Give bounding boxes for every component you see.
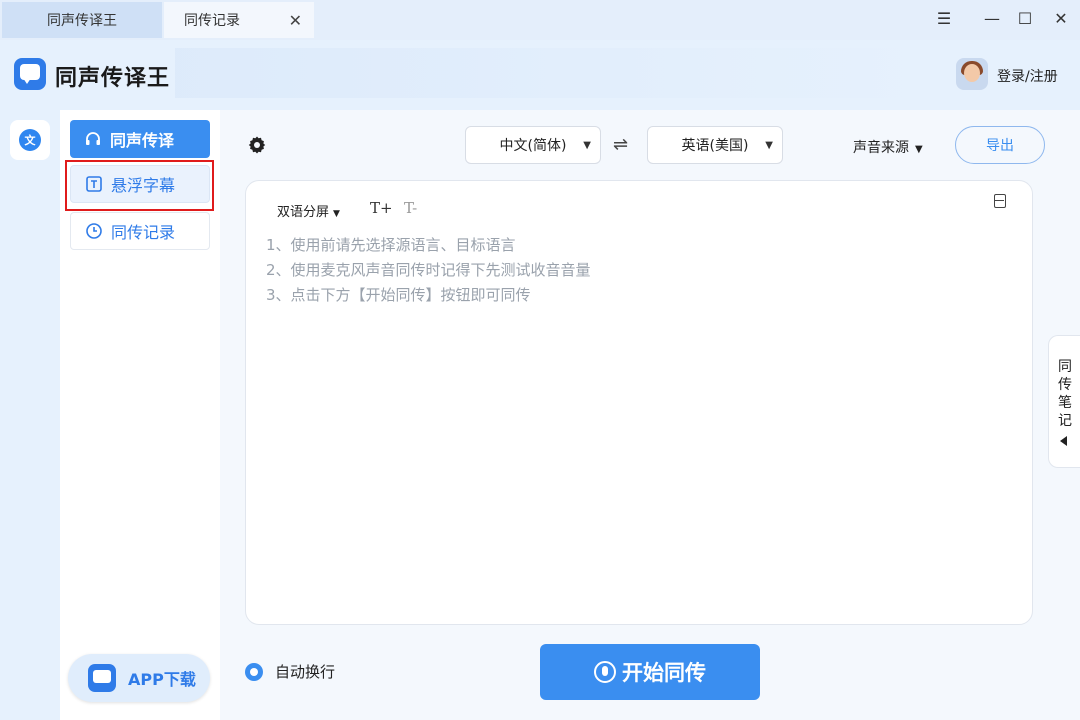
- chevron-left-icon: [1060, 436, 1067, 446]
- start-label: 开始同传: [622, 661, 706, 685]
- sidebar-nav: 同声传译 悬浮字幕 同传记录 APP下载: [60, 110, 220, 720]
- app-title: 同声传译王: [55, 66, 171, 91]
- sidebar-item-label: 同传记录: [111, 223, 176, 242]
- chevron-down-icon: ▼: [765, 140, 773, 151]
- tool-rail: 文: [0, 110, 60, 720]
- text-box-icon: [85, 175, 103, 193]
- usage-hints: 1、使用前请先选择源语言、目标语言 2、使用麦克风声音同传时记得下先测试收音音量…: [266, 233, 591, 308]
- menu-icon[interactable]: ☰: [933, 9, 955, 28]
- close-window-icon[interactable]: ✕: [1050, 9, 1072, 28]
- chevron-down-icon: ▼: [915, 144, 923, 155]
- maximize-icon[interactable]: ☐: [1014, 9, 1036, 28]
- headphones-icon: [84, 130, 102, 148]
- source-language-select[interactable]: 中文(简体) ▼: [465, 126, 601, 164]
- notes-side-tab[interactable]: 同传笔记: [1048, 335, 1080, 468]
- app-download-button[interactable]: APP下载: [68, 654, 210, 702]
- gear-icon[interactable]: [247, 135, 267, 155]
- hint-line: 1、使用前请先选择源语言、目标语言: [266, 236, 516, 254]
- notes-tab-label: 同传笔记: [1058, 359, 1072, 429]
- hint-line: 3、点击下方【开始同传】按钮即可同传: [266, 286, 531, 304]
- main-panel: 中文(简体) ▼ ⇌ 英语(美国) ▼ 声音来源 ▼ 导出 双语分屏 ▼ T+ T-…: [220, 110, 1080, 720]
- source-language-value: 中文(简体): [499, 138, 567, 154]
- tab-translator[interactable]: 同声传译王: [2, 2, 162, 38]
- start-interpretation-button[interactable]: 开始同传: [540, 644, 760, 700]
- close-tab-icon[interactable]: ✕: [289, 11, 302, 30]
- split-layout-icon[interactable]: [994, 194, 1006, 208]
- app-header: 同声传译王 登录/注册: [0, 40, 1080, 110]
- microphone-icon: [594, 661, 616, 683]
- clock-icon: [85, 222, 103, 240]
- auto-wrap-label: 自动换行: [275, 663, 336, 681]
- chevron-down-icon: ▼: [583, 140, 591, 151]
- auto-wrap-option[interactable]: 自动换行: [245, 661, 335, 682]
- auto-wrap-radio[interactable]: [245, 662, 263, 681]
- sidebar-item-history[interactable]: 同传记录: [70, 212, 210, 250]
- translate-icon: 文: [19, 129, 41, 151]
- export-button[interactable]: 导出: [955, 126, 1045, 164]
- sidebar-item-label: 悬浮字幕: [111, 176, 176, 195]
- translate-tool-button[interactable]: 文: [10, 120, 50, 160]
- translation-area[interactable]: 双语分屏 ▼ T+ T- 1、使用前请先选择源语言、目标语言 2、使用麦克风声音同…: [245, 180, 1033, 625]
- hint-line: 2、使用麦克风声音同传时记得下先测试收音音量: [266, 261, 591, 279]
- sidebar-item-label: 同声传译: [110, 131, 175, 150]
- app-download-label: APP下载: [128, 670, 196, 689]
- tab-history[interactable]: 同传记录 ✕: [164, 2, 314, 38]
- app-logo-icon: [14, 58, 46, 90]
- avatar[interactable]: [956, 58, 988, 90]
- audio-source-dropdown[interactable]: 声音来源 ▼: [853, 137, 923, 157]
- minimize-icon[interactable]: —: [981, 9, 1003, 28]
- font-increase-icon[interactable]: T+: [370, 199, 393, 217]
- view-mode-label: 双语分屏: [277, 205, 330, 220]
- tab-label: 同声传译王: [47, 13, 117, 29]
- avatar-face: [964, 64, 980, 82]
- header-banner: [175, 48, 935, 98]
- chevron-down-icon: ▼: [333, 209, 340, 219]
- app-logo-icon: [88, 664, 116, 692]
- sidebar-item-simultaneous[interactable]: 同声传译: [70, 120, 210, 158]
- target-language-value: 英语(美国): [681, 138, 749, 154]
- swap-languages-icon[interactable]: ⇌: [613, 134, 628, 155]
- font-decrease-icon[interactable]: T-: [404, 199, 417, 217]
- target-language-select[interactable]: 英语(美国) ▼: [647, 126, 783, 164]
- view-mode-dropdown[interactable]: 双语分屏 ▼: [277, 201, 340, 220]
- tab-label: 同传记录: [184, 13, 240, 29]
- sidebar-item-floating-subtitles[interactable]: 悬浮字幕: [70, 165, 210, 203]
- login-link[interactable]: 登录/注册: [997, 66, 1058, 86]
- audio-source-label: 声音来源: [853, 140, 909, 156]
- title-bar: 同声传译王 同传记录 ✕ ☰ — ☐ ✕: [0, 0, 1080, 40]
